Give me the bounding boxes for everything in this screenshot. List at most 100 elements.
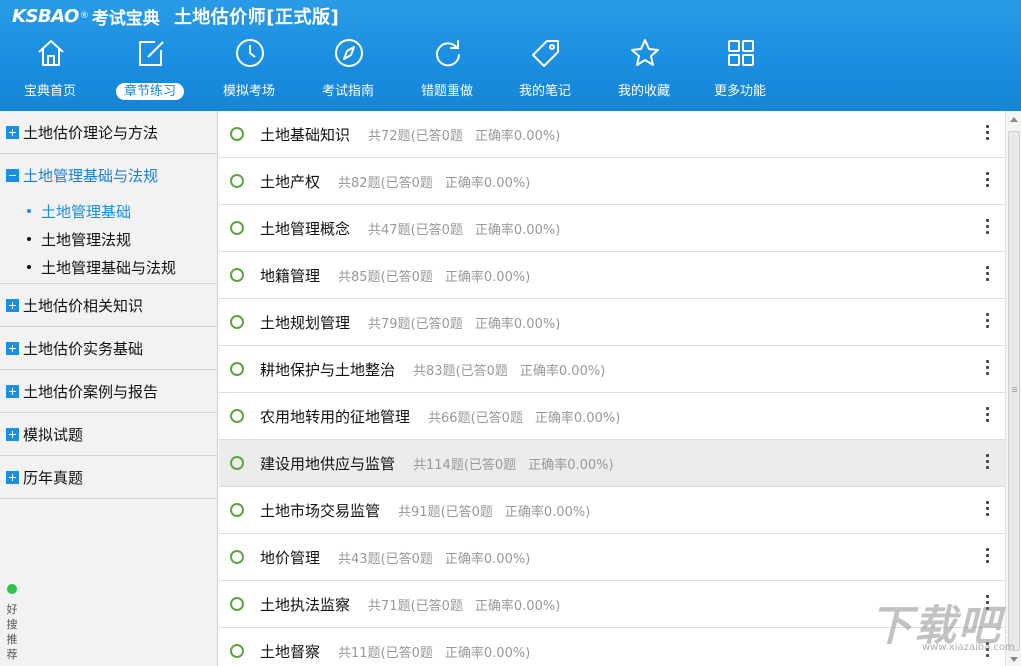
chapter-row[interactable]: 土地市场交易监管 共91题(已答0题 正确率0.00%) [219, 487, 1005, 534]
category-mock-tests[interactable]: 模拟试题 [0, 413, 217, 456]
chapter-row[interactable]: 土地管理概念 共47题(已答0题 正确率0.00%) [219, 205, 1005, 252]
nav-exam-guide[interactable]: 考试指南 [300, 32, 396, 107]
category-land-valuation-theory[interactable]: 土地估价理论与方法 [0, 111, 217, 154]
more-options-icon[interactable] [983, 454, 991, 472]
nav-my-favorites[interactable]: 我的收藏 [596, 32, 692, 107]
chapter-answered: (已答0题 [455, 363, 508, 379]
more-options-icon[interactable] [983, 313, 991, 331]
star-icon [629, 37, 661, 69]
chapter-row[interactable]: 农用地转用的征地管理 共66题(已答0题 正确率0.00%) [219, 393, 1005, 440]
nav-wrong-redo[interactable]: 错题重做 [399, 32, 495, 107]
vertical-scrollbar[interactable] [1005, 111, 1021, 666]
chapter-total: 共71题 [368, 598, 411, 614]
chapter-name: 土地规划管理 [260, 313, 351, 332]
nav-my-notes[interactable]: 我的笔记 [497, 32, 593, 107]
category-label: 土地估价实务基础 [23, 339, 144, 358]
chapter-total: 共114题 [413, 457, 464, 473]
chapter-accuracy: 正确率0.00%) [444, 551, 531, 567]
chapter-row[interactable]: 耕地保护与土地整治 共83题(已答0题 正确率0.00%) [219, 346, 1005, 393]
expand-icon [6, 298, 19, 312]
category-label: 土地估价理论与方法 [23, 123, 159, 142]
refresh-icon [432, 37, 464, 69]
status-circle-icon [230, 550, 244, 564]
expand-icon [6, 427, 19, 441]
chapter-answered: (已答0题 [463, 457, 517, 473]
more-options-icon[interactable] [983, 266, 991, 284]
chapter-stats: 共71题(已答0题 正确率0.00%) [368, 595, 560, 614]
more-options-icon[interactable] [983, 407, 991, 425]
chapter-accuracy: 正确率0.00%) [528, 457, 614, 473]
category-label: 土地估价相关知识 [23, 296, 144, 315]
haosou-recommend-tab[interactable]: 好搜推荐 [3, 580, 21, 666]
chapter-answered: (已答0题 [410, 128, 463, 144]
more-options-icon[interactable] [983, 548, 991, 566]
top-nav: 宝典首页 章节练习 模拟考场 考试指南 错题重做 我的笔记 我的收藏 更多功能 [0, 32, 1021, 107]
chapter-name: 地价管理 [260, 548, 321, 567]
nav-more-functions[interactable]: 更多功能 [692, 32, 788, 107]
chapter-stats: 共114题(已答0题 正确率0.00%) [413, 454, 614, 473]
chapter-row[interactable]: 土地执法监察 共71题(已答0题 正确率0.00%) [219, 581, 1005, 628]
more-options-icon[interactable] [983, 172, 991, 190]
chapter-row[interactable]: 建设用地供应与监管 共114题(已答0题 正确率0.00%) [219, 440, 1005, 487]
grip-icon [1012, 387, 1017, 388]
category-past-exams[interactable]: 历年真题 [0, 456, 217, 499]
more-options-icon[interactable] [983, 501, 991, 519]
category-label: 历年真题 [23, 468, 84, 487]
category-related-knowledge[interactable]: 土地估价相关知识 [0, 284, 217, 327]
nav-home[interactable]: 宝典首页 [2, 32, 98, 107]
chapter-answered: (已答0题 [380, 269, 433, 285]
chapter-row[interactable]: 地价管理 共43题(已答0题 正确率0.00%) [219, 534, 1005, 581]
chapter-row[interactable]: 土地基础知识 共72题(已答0题 正确率0.00%) [219, 111, 1005, 158]
chapter-stats: 共82题(已答0题 正确率0.00%) [338, 172, 530, 191]
logo-text: KSBAO [12, 5, 79, 27]
nav-mock-exam[interactable]: 模拟考场 [201, 32, 297, 107]
subcategory-item[interactable]: 土地管理法规 [0, 225, 217, 253]
chapter-total: 共85题 [338, 269, 381, 285]
chapter-stats: 共47题(已答0题 正确率0.00%) [368, 219, 560, 238]
scroll-up-arrow-icon[interactable] [1010, 117, 1018, 122]
expand-icon [6, 470, 19, 484]
more-options-icon[interactable] [983, 219, 991, 237]
status-circle-icon [230, 174, 244, 188]
more-options-icon[interactable] [983, 595, 991, 613]
category-land-management-basics[interactable]: 土地管理基础与法规 [0, 154, 217, 197]
status-circle-icon [230, 644, 244, 658]
chapter-row[interactable]: 地籍管理 共85题(已答0题 正确率0.00%) [219, 252, 1005, 299]
status-circle-icon [230, 127, 244, 141]
chapter-stats: 共72题(已答0题 正确率0.00%) [368, 125, 560, 144]
more-options-icon[interactable] [983, 125, 991, 143]
chapter-name: 耕地保护与土地整治 [260, 360, 396, 379]
subcategory-list: 土地管理基础 土地管理法规 土地管理基础与法规 [0, 197, 217, 284]
nav-mock-exam-label: 模拟考场 [222, 84, 275, 99]
chapter-total: 共66题 [428, 410, 471, 426]
more-options-icon[interactable] [983, 360, 991, 378]
category-label: 土地管理基础与法规 [23, 167, 159, 185]
subcategory-item[interactable]: 土地管理基础与法规 [0, 253, 217, 281]
scroll-down-arrow-icon[interactable] [1010, 657, 1018, 662]
chapter-answered: (已答0题 [380, 175, 433, 191]
category-practice-basics[interactable]: 土地估价实务基础 [0, 327, 217, 370]
chapter-row[interactable]: 土地规划管理 共79题(已答0题 正确率0.00%) [219, 299, 1005, 346]
nav-chapter-practice-label: 章节练习 [115, 83, 184, 100]
nav-exam-guide-label: 考试指南 [321, 84, 374, 99]
chapter-answered: (已答0题 [380, 551, 433, 567]
chapter-total: 共91题 [398, 504, 441, 520]
scrollbar-thumb[interactable] [1008, 131, 1020, 651]
category-label: 模拟试题 [23, 425, 84, 444]
nav-chapter-practice[interactable]: 章节练习 [102, 32, 198, 107]
more-options-icon[interactable] [983, 642, 991, 660]
category-cases-reports[interactable]: 土地估价案例与报告 [0, 370, 217, 413]
nav-my-favorites-label: 我的收藏 [617, 84, 670, 99]
chapter-answered: (已答0题 [410, 222, 463, 238]
subcategory-label: 土地管理基础 [41, 202, 132, 221]
nav-my-notes-label: 我的笔记 [518, 84, 571, 99]
subcategory-label: 土地管理基础与法规 [41, 258, 177, 277]
chapter-name: 地籍管理 [260, 266, 321, 285]
chapter-answered: (已答0题 [440, 504, 493, 520]
subcategory-item[interactable]: 土地管理基础 [0, 197, 217, 225]
logo-chinese: 考试宝典 [91, 8, 160, 29]
chapter-list: 土地基础知识 共72题(已答0题 正确率0.00%) 土地产权 共82题(已答0题… [219, 111, 1005, 666]
chapter-row[interactable]: 土地产权 共82题(已答0题 正确率0.00%) [219, 158, 1005, 205]
chapter-row[interactable]: 土地督察 共11题(已答0题 正确率0.00%) [219, 628, 1005, 666]
grid-icon [725, 37, 757, 69]
